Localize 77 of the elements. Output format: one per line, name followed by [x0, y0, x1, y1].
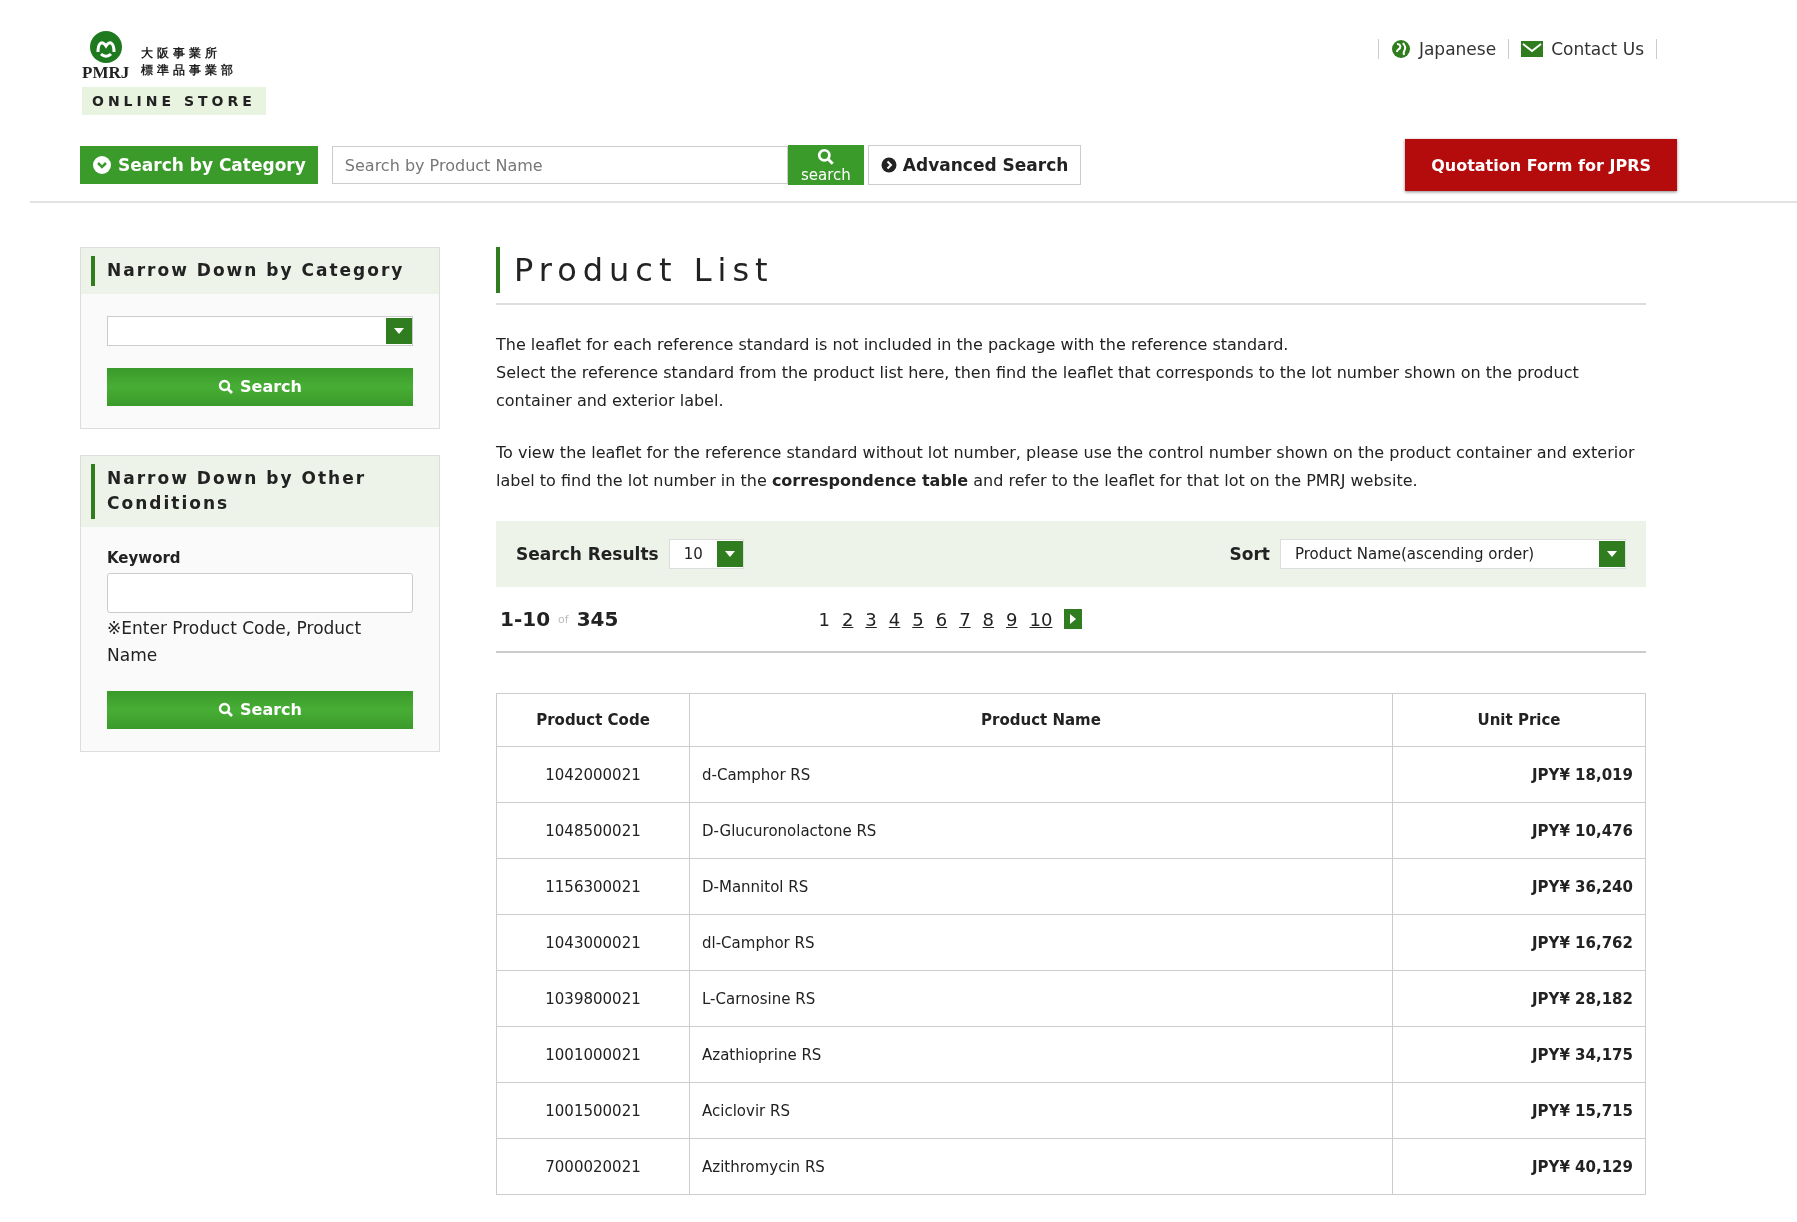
- result-range: 1-10: [500, 607, 551, 631]
- table-cell: 1001500021: [496, 1082, 690, 1139]
- keyword-field[interactable]: [107, 572, 413, 613]
- info-text: The leaflet for each reference standard is not included in the package with the reference standard.: [496, 334, 1290, 356]
- page-link[interactable]: 10: [1029, 608, 1053, 630]
- table-cell: JPY¥ 36,240: [1392, 858, 1646, 915]
- table-cell: Aciclovir RS: [689, 1082, 1393, 1139]
- search-icon: [218, 378, 235, 395]
- next-page-button[interactable]: [1064, 609, 1083, 629]
- panel-title: Narrow Down by Category: [91, 256, 429, 286]
- quotation-form-button[interactable]: Quotation Form for JPRS: [1405, 139, 1677, 191]
- result-total: 345: [576, 607, 619, 631]
- logo-icon: [88, 30, 123, 64]
- table-cell: JPY¥ 28,182: [1392, 970, 1646, 1027]
- search-button[interactable]: search: [787, 145, 864, 185]
- page-link[interactable]: 8: [982, 608, 995, 630]
- page-link[interactable]: 3: [865, 608, 877, 630]
- category-select[interactable]: [107, 315, 413, 346]
- column-header: Unit Price: [1392, 693, 1646, 747]
- page-link[interactable]: 9: [1006, 608, 1018, 630]
- caret-icon: [724, 551, 735, 557]
- store-label: ONLINE STORE: [82, 87, 266, 115]
- play-icon: [1070, 614, 1077, 624]
- caret-icon: [1607, 551, 1617, 557]
- logo-subtitle: 標準品事業部: [141, 62, 238, 77]
- page-title: Product List: [496, 247, 1646, 293]
- table-cell: 1043000021: [496, 914, 690, 971]
- page-link[interactable]: 5: [912, 608, 924, 630]
- table-cell: JPY¥ 16,762: [1392, 914, 1646, 971]
- of-text: of: [558, 612, 569, 626]
- page-link[interactable]: 6: [935, 608, 948, 630]
- table-cell: JPY¥ 10,476: [1392, 802, 1646, 859]
- category-button[interactable]: Search by Category: [80, 146, 318, 184]
- panel-title: Narrow Down by Other Conditions: [91, 463, 429, 519]
- search-icon: [816, 147, 835, 166]
- table-cell: 1001000021: [496, 1026, 690, 1083]
- page-link[interactable]: 4: [888, 608, 901, 630]
- table-cell: Azathioprine RS: [689, 1026, 1393, 1083]
- table-cell: JPY¥ 18,019: [1392, 746, 1646, 803]
- table-cell: 1039800021: [496, 970, 690, 1027]
- results-select[interactable]: 10: [668, 539, 744, 569]
- table-cell: JPY¥ 34,175: [1392, 1026, 1646, 1083]
- info-text: To view the leaflet for the reference standard without lot number, please use the control number shown on the product container and exterior label to find the lot number in the correspondence table and refer to the leaflet for that lot on the PMRJ website.: [496, 442, 1636, 492]
- field-hint: ※Enter Product Code, Product Name: [107, 616, 363, 667]
- table-cell: L-Carnosine RS: [689, 970, 1393, 1027]
- page-link[interactable]: 2: [841, 608, 854, 630]
- column-header: Product Name: [689, 693, 1393, 747]
- sort-label: Sort: [1229, 544, 1270, 564]
- info-text: Select the reference standard from the product list here, then find the leaflet that corresponds to the lot number shown on the product container and exterior label.: [496, 362, 1580, 412]
- chevron-right-icon: [880, 157, 897, 173]
- field-label: Keyword: [107, 548, 182, 567]
- logo-text: PMRJ: [82, 64, 130, 81]
- caret-icon: [394, 327, 404, 334]
- table-cell: dl-Camphor RS: [689, 914, 1393, 971]
- table-cell: Azithromycin RS: [689, 1138, 1393, 1195]
- results-label: Search Results: [516, 544, 659, 564]
- chevron-down-icon: [92, 155, 112, 175]
- table-cell: D-Mannitol RS: [689, 858, 1393, 915]
- table-cell: JPY¥ 40,129: [1392, 1138, 1646, 1195]
- table-cell: 1048500021: [496, 802, 690, 859]
- mail-icon: [1521, 41, 1544, 57]
- advanced-search-button[interactable]: Advanced Search: [867, 145, 1082, 185]
- table-cell: 1156300021: [496, 858, 690, 915]
- page-link[interactable]: 1: [818, 608, 830, 630]
- page-link[interactable]: 7: [959, 608, 971, 630]
- header-link[interactable]: Japanese: [1377, 39, 1509, 59]
- logo-subtitle: 大阪事業所: [141, 46, 223, 61]
- table-cell: 7000020021: [496, 1138, 690, 1195]
- table-cell: d-Camphor RS: [689, 746, 1393, 803]
- header-link[interactable]: Contact Us: [1508, 39, 1657, 59]
- table-cell: D-Glucuronolactone RS: [689, 802, 1393, 859]
- search-icon: [218, 701, 235, 718]
- search-field[interactable]: Search by Product Name: [331, 146, 788, 184]
- table-cell: JPY¥ 15,715: [1392, 1082, 1646, 1139]
- column-header: Product Code: [496, 693, 690, 747]
- table-cell: 1042000021: [496, 746, 690, 803]
- sort-select[interactable]: Product Name(ascending order): [1280, 539, 1626, 569]
